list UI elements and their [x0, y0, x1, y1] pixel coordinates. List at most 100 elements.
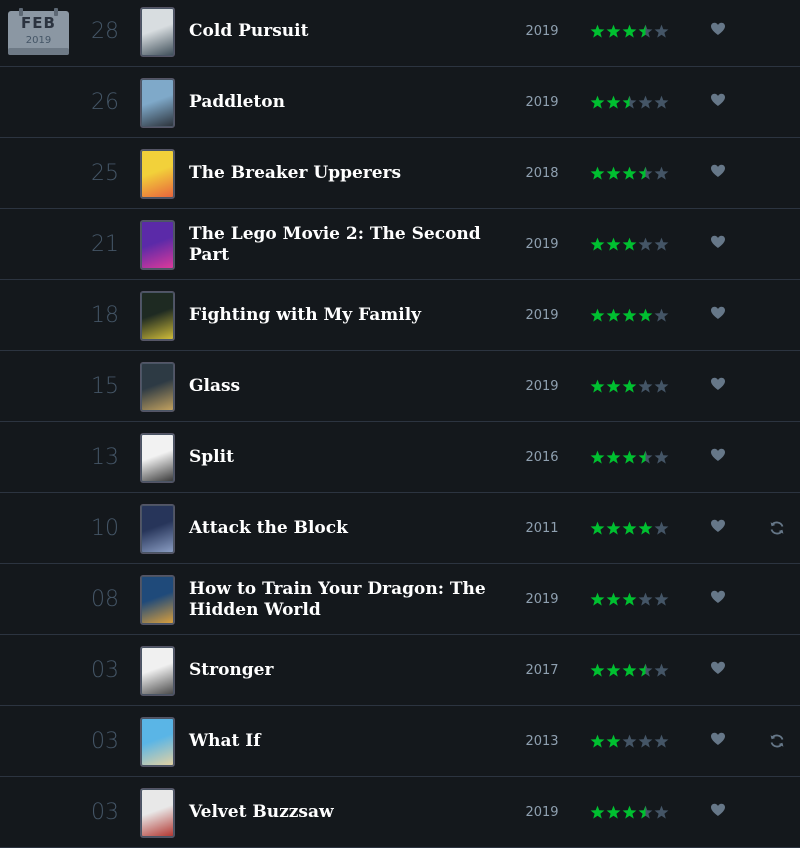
- film-poster[interactable]: [140, 433, 175, 483]
- diary-entry[interactable]: 26 Paddleton 2019: [0, 67, 800, 138]
- film-year[interactable]: 2019: [514, 308, 570, 323]
- film-year[interactable]: 2017: [514, 663, 570, 678]
- rewatch-icon[interactable]: [769, 520, 785, 536]
- film-year[interactable]: 2013: [514, 734, 570, 749]
- entry-day[interactable]: 13: [86, 445, 124, 470]
- star-icon: [606, 521, 621, 535]
- heart-icon[interactable]: [710, 235, 726, 249]
- entry-day[interactable]: 03: [86, 800, 124, 825]
- film-poster[interactable]: [140, 362, 175, 412]
- heart-icon[interactable]: [710, 590, 726, 604]
- entry-day[interactable]: 08: [86, 587, 124, 612]
- star-icon: [638, 592, 653, 606]
- diary-entry[interactable]: 03 What If 2013: [0, 706, 800, 777]
- star-icon: [638, 95, 653, 109]
- heart-icon[interactable]: [710, 519, 726, 533]
- star-icon: [590, 805, 605, 819]
- star-icon: [654, 308, 669, 322]
- star-rating: [590, 805, 669, 820]
- star-icon: [590, 237, 605, 251]
- film-title[interactable]: Attack the Block: [189, 518, 489, 539]
- film-year[interactable]: 2019: [514, 805, 570, 820]
- star-icon: [606, 95, 621, 109]
- star-icon: [606, 379, 621, 393]
- star-icon: [590, 95, 605, 109]
- star-icon: [590, 663, 605, 677]
- heart-icon[interactable]: [710, 377, 726, 391]
- film-title[interactable]: Fighting with My Family: [189, 305, 489, 326]
- film-poster[interactable]: [140, 291, 175, 341]
- film-year[interactable]: 2019: [514, 592, 570, 607]
- diary-entry[interactable]: 03 Stronger 2017: [0, 635, 800, 706]
- film-poster[interactable]: [140, 149, 175, 199]
- film-title[interactable]: How to Train Your Dragon: The Hidden Wor…: [189, 579, 489, 621]
- heart-icon[interactable]: [710, 93, 726, 107]
- diary-entry[interactable]: 13 Split 2016: [0, 422, 800, 493]
- star-rating: [590, 308, 669, 323]
- star-icon: [654, 379, 669, 393]
- diary-entry[interactable]: 25 The Breaker Upperers 2018: [0, 138, 800, 209]
- film-poster[interactable]: [140, 575, 175, 625]
- film-title[interactable]: What If: [189, 731, 489, 752]
- entry-day[interactable]: 25: [86, 161, 124, 186]
- star-icon: [606, 308, 621, 322]
- star-icon: [590, 450, 605, 464]
- heart-icon[interactable]: [710, 732, 726, 746]
- film-year[interactable]: 2019: [514, 95, 570, 110]
- film-title[interactable]: Split: [189, 447, 489, 468]
- diary-entry[interactable]: 08 How to Train Your Dragon: The Hidden W…: [0, 564, 800, 635]
- diary-list: FEB 2019 28 Cold Pursuit 2019 26 Paddleton 20…: [0, 0, 800, 848]
- film-title[interactable]: Cold Pursuit: [189, 21, 489, 42]
- film-poster[interactable]: [140, 7, 175, 57]
- heart-icon[interactable]: [710, 448, 726, 462]
- film-year[interactable]: 2016: [514, 450, 570, 465]
- entry-day[interactable]: 03: [86, 729, 124, 754]
- entry-day[interactable]: 03: [86, 658, 124, 683]
- film-year[interactable]: 2018: [514, 166, 570, 181]
- star-icon: [590, 166, 605, 180]
- star-icon: [638, 237, 653, 251]
- heart-icon[interactable]: [710, 164, 726, 178]
- entry-day[interactable]: 21: [86, 232, 124, 257]
- star-icon: [622, 166, 637, 180]
- film-title[interactable]: Glass: [189, 376, 489, 397]
- star-rating: [590, 166, 669, 181]
- film-title[interactable]: Paddleton: [189, 92, 489, 113]
- diary-entry[interactable]: 03 Velvet Buzzsaw 2019: [0, 777, 800, 848]
- star-icon: [622, 805, 637, 819]
- entry-day[interactable]: 26: [86, 90, 124, 115]
- entry-day[interactable]: 15: [86, 374, 124, 399]
- heart-icon[interactable]: [710, 803, 726, 817]
- diary-entry[interactable]: 21 The Lego Movie 2: The Second Part 2019: [0, 209, 800, 280]
- film-poster[interactable]: [140, 504, 175, 554]
- film-title[interactable]: The Lego Movie 2: The Second Part: [189, 224, 489, 266]
- entry-day[interactable]: 28: [86, 19, 124, 44]
- star-icon: [654, 592, 669, 606]
- rewatch-icon[interactable]: [769, 733, 785, 749]
- film-year[interactable]: 2011: [514, 521, 570, 536]
- star-rating: [590, 95, 669, 110]
- film-year[interactable]: 2019: [514, 24, 570, 39]
- heart-icon[interactable]: [710, 661, 726, 675]
- star-icon: [638, 734, 653, 748]
- entry-day[interactable]: 10: [86, 516, 124, 541]
- film-poster[interactable]: [140, 717, 175, 767]
- film-poster[interactable]: [140, 788, 175, 838]
- diary-entry[interactable]: 15 Glass 2019: [0, 351, 800, 422]
- film-year[interactable]: 2019: [514, 379, 570, 394]
- heart-icon[interactable]: [710, 306, 726, 320]
- diary-entry[interactable]: 10 Attack the Block 2011: [0, 493, 800, 564]
- film-poster[interactable]: [140, 78, 175, 128]
- film-poster[interactable]: [140, 220, 175, 270]
- diary-entry[interactable]: 28 Cold Pursuit 2019: [0, 0, 800, 67]
- entry-day[interactable]: 18: [86, 303, 124, 328]
- film-title[interactable]: Velvet Buzzsaw: [189, 802, 489, 823]
- film-title[interactable]: Stronger: [189, 660, 489, 681]
- film-year[interactable]: 2019: [514, 237, 570, 252]
- diary-entry[interactable]: 18 Fighting with My Family 2019: [0, 280, 800, 351]
- film-title[interactable]: The Breaker Upperers: [189, 163, 489, 184]
- star-icon: [654, 95, 669, 109]
- film-poster[interactable]: [140, 646, 175, 696]
- heart-icon[interactable]: [710, 22, 726, 36]
- star-icon: [606, 450, 621, 464]
